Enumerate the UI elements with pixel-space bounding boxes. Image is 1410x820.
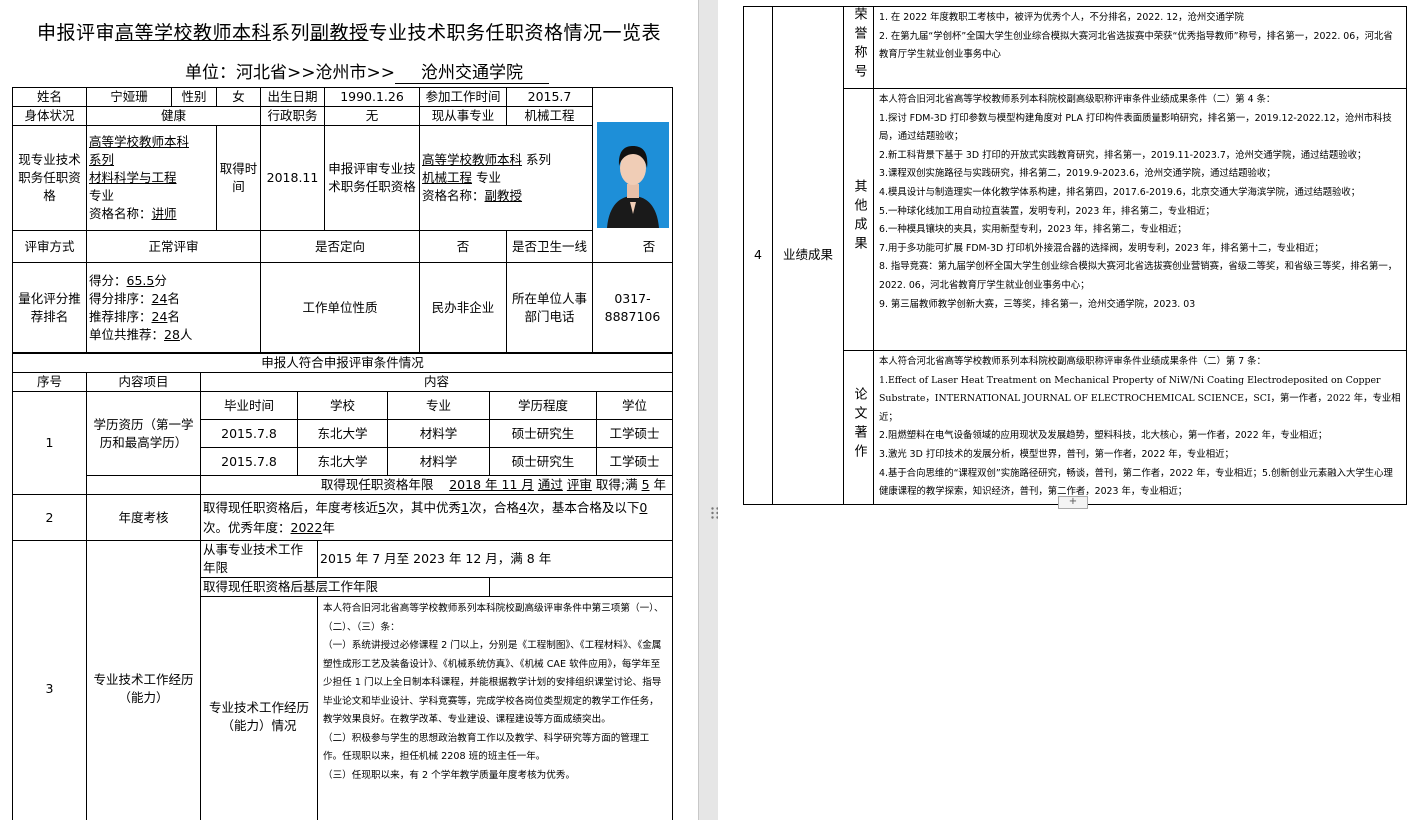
quantitative-label: 量化评分推荐排名 bbox=[12, 262, 87, 353]
row-number: 4 bbox=[743, 6, 773, 505]
id-photo bbox=[596, 122, 669, 228]
papers-label: 论文著作 bbox=[843, 350, 874, 505]
name-value[interactable]: 宁娅珊 bbox=[86, 87, 172, 107]
experience-detail-label: 专业技术工作经历（能力）情况 bbox=[200, 596, 318, 820]
admin-value[interactable]: 无 bbox=[324, 106, 420, 126]
photo-cell bbox=[592, 87, 673, 263]
major-value[interactable]: 机械工程 bbox=[506, 106, 593, 126]
work-years-value[interactable]: 2015 年 7 月至 2023 年 12 月，满 8 年 bbox=[316, 540, 674, 578]
annual-assessment[interactable]: 取得现任职资格后，年度考核近5次，其中优秀1次，合格4次，基本合格及以下0次。优… bbox=[199, 494, 674, 541]
apply-qualification-label: 申报评审专业技术职务任职资格 bbox=[324, 125, 420, 231]
papers-detail[interactable]: 本人符合河北省高等学校教师系列本科院校副高级职称评审条件业绩成果条件（二）第 7… bbox=[873, 350, 1407, 505]
directed-value[interactable]: 否 bbox=[419, 230, 507, 263]
health-line-value[interactable]: 否 bbox=[639, 236, 659, 256]
unit-line: 单位：河北省>>沧州市>> 沧州交通学院 bbox=[185, 58, 549, 84]
conditions-header: 申报人符合申报评审条件情况 bbox=[11, 353, 674, 373]
document-title: 申报评审高等学校教师本科系列副教授专业技术职务任职资格情况一览表 bbox=[36, 22, 662, 44]
page-gap-line bbox=[698, 0, 699, 820]
achievements-label: 业绩成果 bbox=[772, 6, 844, 505]
qualification-years[interactable]: 取得现任职资格年限 2018 年 11 月 通过 评审 取得;满 5 年 bbox=[199, 475, 674, 495]
unit-nature-value[interactable]: 民办非企业 bbox=[419, 262, 507, 353]
score-block[interactable]: 得分：65.5分 得分排序：24名 推荐排序：24名 单位共推荐：28人 bbox=[86, 262, 261, 353]
other-results-label: 其他成果 bbox=[843, 88, 874, 351]
apply-qualification-value[interactable]: 高等学校教师本科 系列 机械工程 专业 资格名称：副教授 bbox=[419, 125, 593, 231]
experience-detail[interactable]: 本人符合旧河北省高等学校教师系列本科院校副高级评审条件中第三项第（一）、（二）、… bbox=[316, 596, 674, 820]
review-method-value[interactable]: 正常评审 bbox=[86, 230, 261, 263]
current-qualification-label: 现专业技术职务任职资格 bbox=[12, 125, 87, 231]
current-qualification-value[interactable]: 高等学校教师本科 系列 材料科学与工程 专业 资格名称：讲师 bbox=[86, 125, 217, 231]
gender-value[interactable]: 女 bbox=[216, 87, 261, 107]
add-row-button[interactable]: + bbox=[1058, 496, 1088, 509]
health-value[interactable]: 健康 bbox=[86, 106, 261, 126]
honor-detail[interactable]: 1. 在 2022 年度教职工考核中，被评为优秀个人，不分排名，2022. 12… bbox=[873, 6, 1407, 89]
achievements-table: 4 业绩成果 荣誉称号 1. 在 2022 年度教职工考核中，被评为优秀个人，不… bbox=[743, 6, 1407, 505]
experience-label: 专业技术工作经历（能力） bbox=[86, 540, 201, 820]
document-page-right: 4 业绩成果 荣誉称号 1. 在 2022 年度教职工考核中，被评为优秀个人，不… bbox=[718, 0, 1410, 820]
hr-phone-value[interactable]: 0317-8887106 bbox=[592, 262, 673, 353]
birth-value[interactable]: 1990.1.26 bbox=[324, 87, 420, 107]
document-page-left: 申报评审高等学校教师本科系列副教授专业技术职务任职资格情况一览表 单位：河北省>… bbox=[0, 0, 698, 820]
conditions-table: 申报人符合申报评审条件情况 序号 内容项目 内容 1 学历资历（第一学历和最高学… bbox=[11, 353, 674, 820]
basic-info-table: 姓名 宁娅珊 性别 女 出生日期 1990.1.26 参加工作时间 2015.7 bbox=[12, 87, 673, 353]
other-results-detail[interactable]: 本人符合旧河北省高等学校教师系列本科院校副高级职称评审条件业绩成果条件（二）第 … bbox=[873, 88, 1407, 351]
obtain-time-value[interactable]: 2018.11 bbox=[260, 125, 325, 231]
base-years-value[interactable] bbox=[488, 577, 674, 597]
work-start-value[interactable]: 2015.7 bbox=[506, 87, 593, 107]
education-label: 学历资历（第一学历和最高学历） bbox=[86, 391, 201, 476]
honor-label: 荣誉称号 bbox=[843, 6, 874, 89]
hr-phone-label: 所在单位人事部门电话 bbox=[506, 262, 593, 353]
